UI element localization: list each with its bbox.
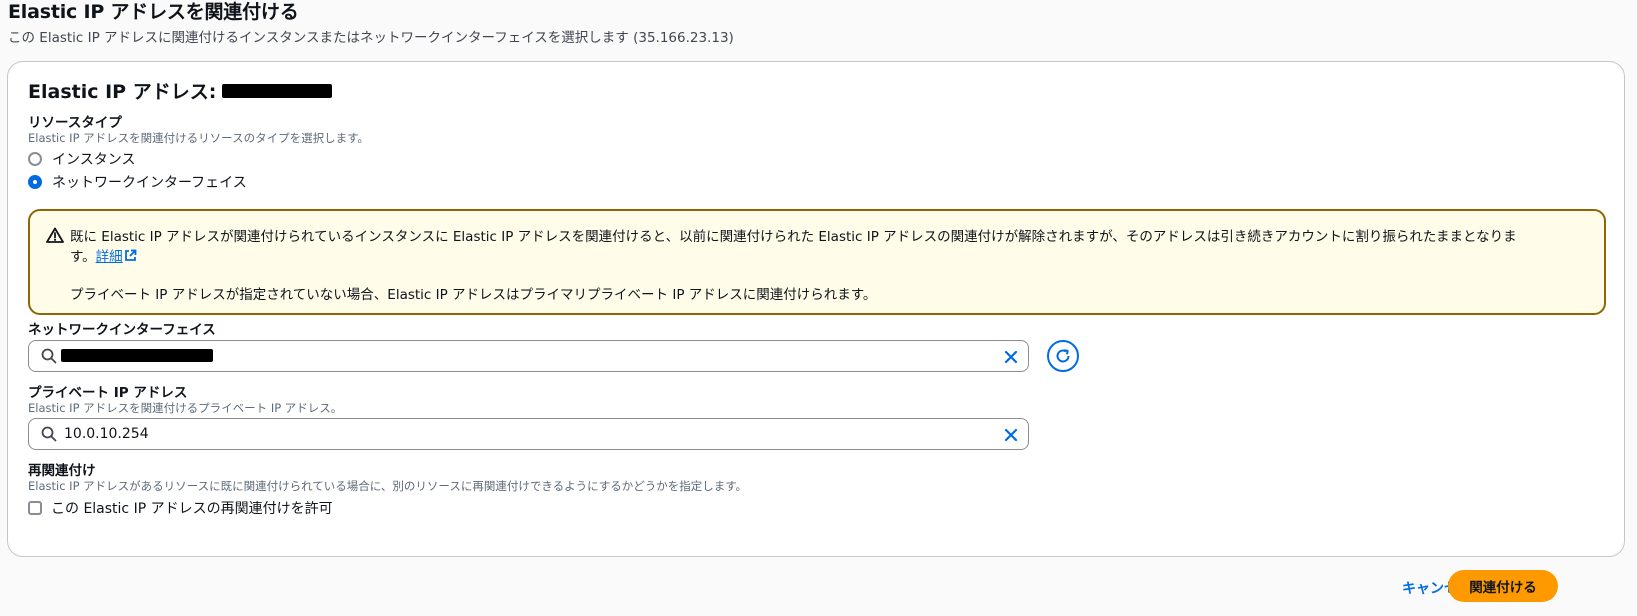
reassociation-description: Elastic IP アドレスがあるリソースに既に関連付けられている場合に、別の…	[28, 479, 748, 493]
page-title: Elastic IP アドレスを関連付ける	[8, 1, 299, 23]
alert-text-line1: 既に Elastic IP アドレスが関連付けられているインスタンスに Elas…	[70, 229, 1517, 245]
radio-network-interface[interactable]: ネットワークインターフェイス	[28, 172, 247, 192]
private-ip-label: プライベート IP アドレス	[28, 385, 188, 401]
reassociation-checkbox[interactable]	[28, 501, 42, 515]
refresh-button[interactable]	[1047, 340, 1079, 372]
private-ip-description: Elastic IP アドレスを関連付けるプライベート IP アドレス。	[28, 401, 343, 415]
radio-instance-control[interactable]	[28, 152, 42, 166]
page-subtitle: この Elastic IP アドレスに関連付けるインスタンスまたはネットワークイ…	[8, 30, 734, 46]
network-interface-label: ネットワークインターフェイス	[28, 322, 216, 338]
association-panel: Elastic IP アドレス: リソースタイプ Elastic IP アドレス…	[7, 61, 1625, 557]
reassociation-checkbox-label: この Elastic IP アドレスの再関連付けを許可	[51, 501, 333, 517]
private-ip-input[interactable]: 10.0.10.254	[28, 418, 1029, 450]
radio-network-interface-label: ネットワークインターフェイス	[52, 175, 247, 191]
warning-alert: 既に Elastic IP アドレスが関連付けられているインスタンスに Elas…	[28, 209, 1606, 315]
panel-heading-text: Elastic IP アドレス:	[28, 81, 217, 103]
clear-icon[interactable]	[1004, 427, 1018, 446]
learn-more-link[interactable]: 詳細	[96, 249, 137, 265]
radio-instance-label: インスタンス	[52, 152, 136, 168]
network-interface-input[interactable]	[28, 340, 1029, 372]
radio-instance[interactable]: インスタンス	[28, 149, 135, 169]
learn-more-label: 詳細	[95, 249, 123, 265]
clear-icon[interactable]	[1004, 349, 1018, 368]
reassociation-label: 再関連付け	[28, 463, 96, 479]
alert-text-line2: す。詳細	[70, 245, 137, 265]
warning-icon	[46, 227, 64, 247]
alert-text-line3: プライベート IP アドレスが指定されていない場合、Elastic IP アドレ…	[70, 287, 877, 303]
search-icon	[41, 426, 57, 446]
radio-network-interface-control[interactable]	[28, 175, 42, 189]
associate-button[interactable]: 関連付ける	[1448, 570, 1558, 602]
resource-type-description: Elastic IP アドレスを関連付けるリソースのタイプを選択します。	[28, 131, 369, 145]
private-ip-value: 10.0.10.254	[64, 426, 149, 442]
search-icon	[41, 348, 57, 368]
refresh-icon	[1056, 349, 1070, 363]
redacted-network-interface	[61, 349, 213, 362]
alert-text-line2-text: す。	[70, 249, 96, 265]
resource-type-label: リソースタイプ	[28, 115, 122, 131]
panel-heading: Elastic IP アドレス:	[28, 77, 333, 104]
external-link-icon	[124, 249, 137, 261]
redacted-ip	[222, 83, 333, 98]
reassociation-checkbox-row[interactable]: この Elastic IP アドレスの再関連付けを許可	[28, 498, 333, 518]
